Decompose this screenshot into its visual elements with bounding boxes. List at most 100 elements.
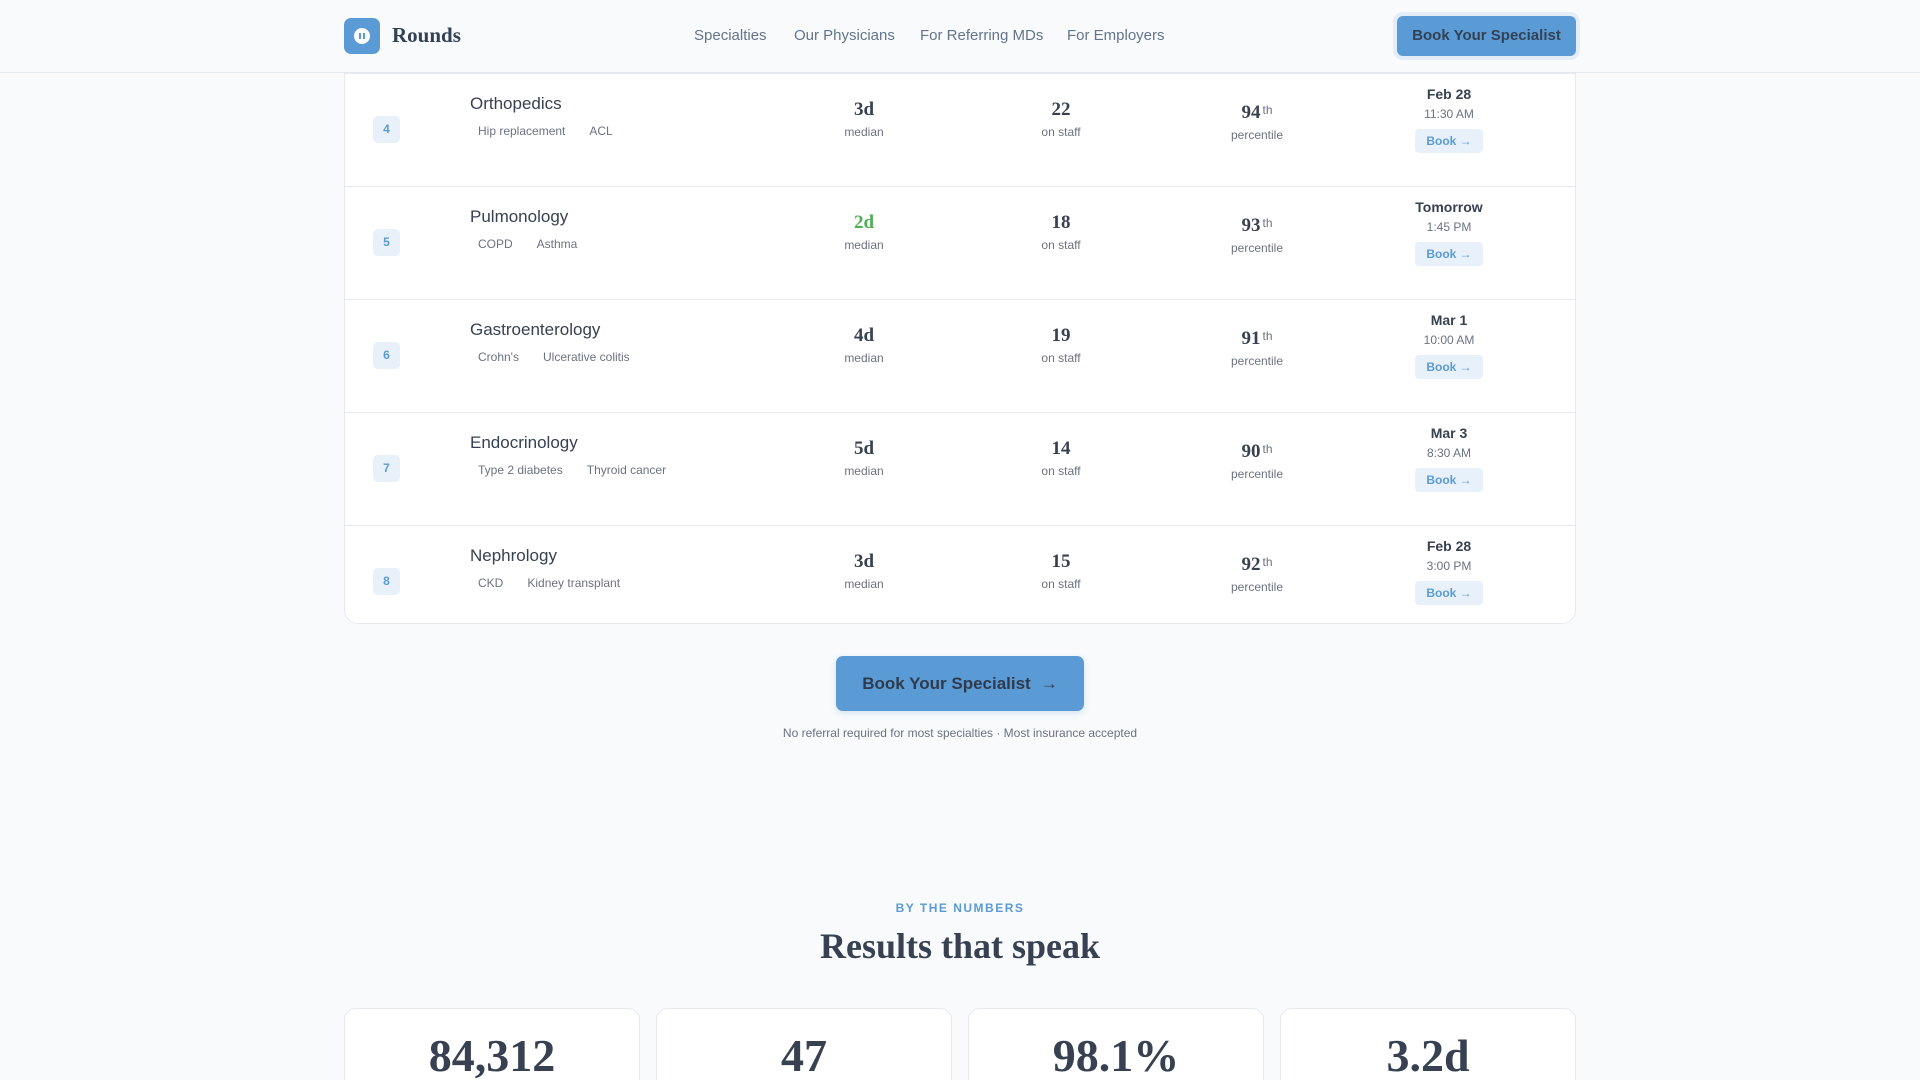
percentile-suffix: th bbox=[1262, 555, 1273, 569]
stat-value: 98.1% bbox=[1052, 1030, 1180, 1080]
specialty-name: Orthopedics bbox=[470, 94, 562, 113]
condition-tag: Ulcerative colitis bbox=[534, 347, 638, 367]
percentile-suffix: th bbox=[1262, 329, 1273, 343]
staff-label: on staff bbox=[1041, 577, 1081, 591]
staff-value: 15 bbox=[1051, 551, 1071, 572]
appointment-date: Tomorrow bbox=[1415, 199, 1483, 215]
book-button[interactable]: Book → bbox=[1415, 581, 1483, 605]
arrow-right-icon: → bbox=[1040, 674, 1058, 693]
wait-value: 3d bbox=[853, 551, 875, 572]
book-specialist-button[interactable]: Book Your Specialist → bbox=[836, 656, 1084, 711]
wait-time: 3d median bbox=[794, 550, 934, 591]
logo-icon[interactable] bbox=[344, 18, 380, 54]
nav-our-physicians[interactable]: Our Physicians bbox=[794, 27, 895, 44]
wait-label: median bbox=[844, 464, 884, 478]
page: 4 Orthopedics Hip replacement ACL 3d med… bbox=[0, 0, 1920, 1080]
next-appointment: Mar 3 8:30 AM Book → bbox=[1379, 424, 1519, 492]
wait-value: 5d bbox=[853, 438, 875, 459]
wait-value: 3d bbox=[853, 99, 875, 120]
nav-for-employers[interactable]: For Employers bbox=[1067, 27, 1165, 44]
stat-value: 84,312 bbox=[428, 1030, 556, 1080]
cta-note: No referral required for most specialtie… bbox=[782, 726, 1138, 740]
condition-tag: Asthma bbox=[528, 234, 586, 254]
table-row: 7 Endocrinology Type 2 diabetes Thyroid … bbox=[345, 412, 1575, 525]
appointment-date: Mar 1 bbox=[1430, 312, 1468, 328]
table-row: 4 Orthopedics Hip replacement ACL 3d med… bbox=[345, 73, 1575, 186]
stat-value: 47 bbox=[781, 1030, 827, 1080]
wait-value: 4d bbox=[853, 325, 875, 346]
percentile: 91th percentile bbox=[1187, 324, 1327, 368]
specialty-name: Gastroenterology bbox=[470, 320, 601, 339]
wait-time: 5d median bbox=[794, 437, 934, 478]
table-row: 8 Nephrology CKD Kidney transplant 3d me… bbox=[345, 525, 1575, 638]
rank-badge: 4 bbox=[373, 116, 400, 143]
book-button[interactable]: Book → bbox=[1415, 242, 1483, 266]
appointment-date: Mar 3 bbox=[1430, 425, 1468, 441]
appointment-time: 3:00 PM bbox=[1426, 559, 1472, 573]
staff-label: on staff bbox=[1041, 238, 1081, 252]
rank-badge: 7 bbox=[373, 455, 400, 482]
brand-name[interactable]: Rounds bbox=[392, 23, 461, 48]
condition-tags: Hip replacement ACL bbox=[470, 121, 621, 141]
percentile-label: percentile bbox=[1230, 354, 1284, 368]
staff-label: on staff bbox=[1041, 464, 1081, 478]
stat-card: 84,312 bbox=[344, 1008, 640, 1080]
header-book-button[interactable]: Book Your Specialist bbox=[1397, 16, 1576, 56]
appointment-time: 1:45 PM bbox=[1426, 220, 1472, 234]
wait-label: median bbox=[844, 125, 884, 139]
percentile-value: 92 bbox=[1241, 554, 1261, 575]
condition-tag: Thyroid cancer bbox=[578, 460, 675, 480]
percentile-label: percentile bbox=[1230, 128, 1284, 142]
percentile-label: percentile bbox=[1230, 241, 1284, 255]
staff-label: on staff bbox=[1041, 125, 1081, 139]
wait-label: median bbox=[844, 577, 884, 591]
staff-count: 22 on staff bbox=[991, 98, 1131, 139]
percentile-suffix: th bbox=[1262, 103, 1273, 117]
section-eyebrow: BY THE NUMBERS bbox=[895, 901, 1025, 915]
condition-tag: COPD bbox=[470, 234, 521, 254]
stat-value: 3.2d bbox=[1386, 1030, 1470, 1080]
percentile: 90th percentile bbox=[1187, 437, 1327, 481]
condition-tag: Hip replacement bbox=[470, 121, 574, 141]
wait-time: 3d median bbox=[794, 98, 934, 139]
appointment-time: 10:00 AM bbox=[1423, 333, 1475, 347]
stat-card: 47 bbox=[656, 1008, 952, 1080]
specialty-name: Pulmonology bbox=[470, 207, 569, 226]
next-appointment: Feb 28 11:30 AM Book → bbox=[1379, 85, 1519, 153]
staff-count: 18 on staff bbox=[991, 211, 1131, 252]
wait-label: median bbox=[844, 351, 884, 365]
specialty-name: Nephrology bbox=[470, 546, 557, 565]
book-button[interactable]: Book → bbox=[1415, 355, 1483, 379]
condition-tag: Crohn's bbox=[470, 347, 527, 367]
next-appointment: Mar 1 10:00 AM Book → bbox=[1379, 311, 1519, 379]
percentile: 93th percentile bbox=[1187, 211, 1327, 255]
book-button[interactable]: Book → bbox=[1415, 129, 1483, 153]
appointment-time: 11:30 AM bbox=[1424, 107, 1474, 121]
staff-count: 14 on staff bbox=[991, 437, 1131, 478]
book-button[interactable]: Book → bbox=[1415, 468, 1483, 492]
percentile-suffix: th bbox=[1262, 216, 1273, 230]
condition-tags: CKD Kidney transplant bbox=[470, 573, 629, 593]
next-appointment: Tomorrow 1:45 PM Book → bbox=[1379, 198, 1519, 266]
condition-tag: Type 2 diabetes bbox=[470, 460, 571, 480]
rank-badge: 6 bbox=[373, 342, 400, 369]
specialty-table: 4 Orthopedics Hip replacement ACL 3d med… bbox=[344, 0, 1576, 624]
nav-specialties[interactable]: Specialties bbox=[694, 27, 767, 44]
nav-for-referring-mds[interactable]: For Referring MDs bbox=[920, 27, 1043, 44]
percentile: 94th percentile bbox=[1187, 98, 1327, 142]
condition-tag: ACL bbox=[581, 121, 621, 141]
rank-badge: 5 bbox=[373, 229, 400, 256]
condition-tag: Kidney transplant bbox=[519, 573, 629, 593]
percentile-label: percentile bbox=[1230, 467, 1284, 481]
appointment-time: 8:30 AM bbox=[1426, 446, 1472, 460]
site-header: Rounds Specialties Our Physicians For Re… bbox=[0, 0, 1920, 73]
condition-tags: Type 2 diabetes Thyroid cancer bbox=[470, 460, 675, 480]
rank-badge: 8 bbox=[373, 568, 400, 595]
appointment-date: Feb 28 bbox=[1426, 538, 1472, 554]
next-appointment: Feb 28 3:00 PM Book → bbox=[1379, 537, 1519, 605]
table-row: 5 Pulmonology COPD Asthma 2d median 18 o… bbox=[345, 186, 1575, 299]
staff-value: 18 bbox=[1051, 212, 1071, 233]
percentile-value: 93 bbox=[1241, 215, 1261, 236]
wait-time: 4d median bbox=[794, 324, 934, 365]
stat-card: 98.1% bbox=[968, 1008, 1264, 1080]
